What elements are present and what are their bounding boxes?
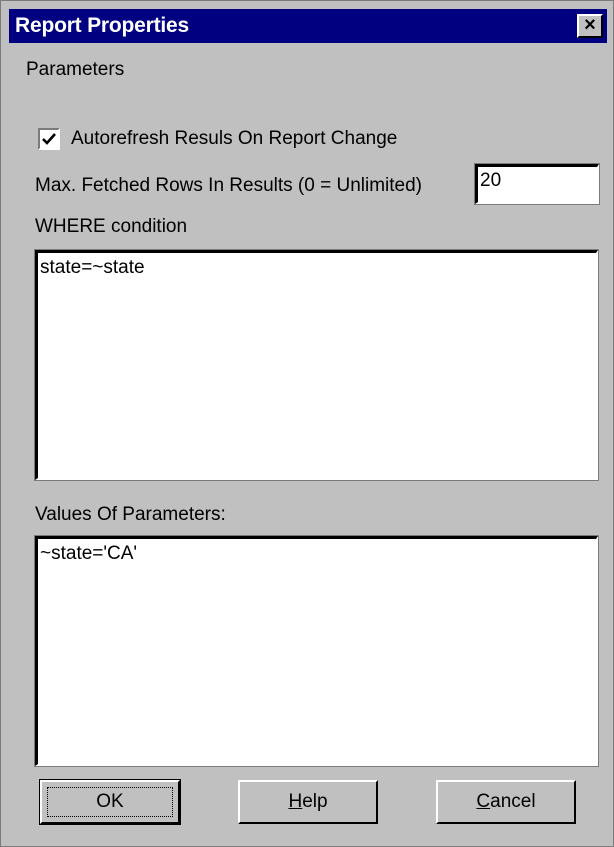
cancel-mnemonic: C: [476, 791, 491, 812]
values-of-parameters-label: Values Of Parameters:: [35, 504, 226, 525]
help-mnemonic: H: [288, 791, 303, 812]
parameter-values-textarea[interactable]: ~state='CA': [34, 535, 599, 767]
parameter-values-text: ~state='CA': [40, 543, 138, 564]
checkmark-icon: [42, 133, 56, 145]
where-condition-textarea[interactable]: state=~state: [34, 249, 599, 481]
cancel-button-label: Cancel: [476, 791, 535, 812]
help-button[interactable]: Help: [238, 780, 378, 824]
title-bar[interactable]: Report Properties ×: [9, 9, 607, 43]
dialog-title: Report Properties: [15, 14, 189, 37]
section-label-parameters: Parameters: [26, 59, 125, 80]
close-button[interactable]: ×: [577, 14, 603, 38]
ok-button-label: OK: [96, 791, 124, 812]
close-icon: ×: [584, 14, 596, 36]
cancel-label-rest: ancel: [490, 791, 536, 812]
max-rows-value: 20: [480, 170, 502, 191]
cancel-button[interactable]: Cancel: [436, 780, 576, 824]
autorefresh-checkbox[interactable]: [38, 128, 60, 150]
help-label-rest: elp: [302, 791, 328, 812]
report-properties-dialog: Report Properties × Parameters Autorefre…: [0, 0, 614, 847]
where-label: WHERE condition: [35, 216, 188, 237]
autorefresh-label[interactable]: Autorefresh Resuls On Report Change: [71, 128, 397, 150]
max-rows-label: Max. Fetched Rows In Results (0 = Unlimi…: [35, 175, 422, 196]
help-button-label: Help: [288, 791, 327, 812]
max-rows-input[interactable]: 20: [474, 163, 600, 205]
ok-button[interactable]: OK: [39, 779, 181, 825]
where-condition-text: state=~state: [40, 257, 145, 278]
